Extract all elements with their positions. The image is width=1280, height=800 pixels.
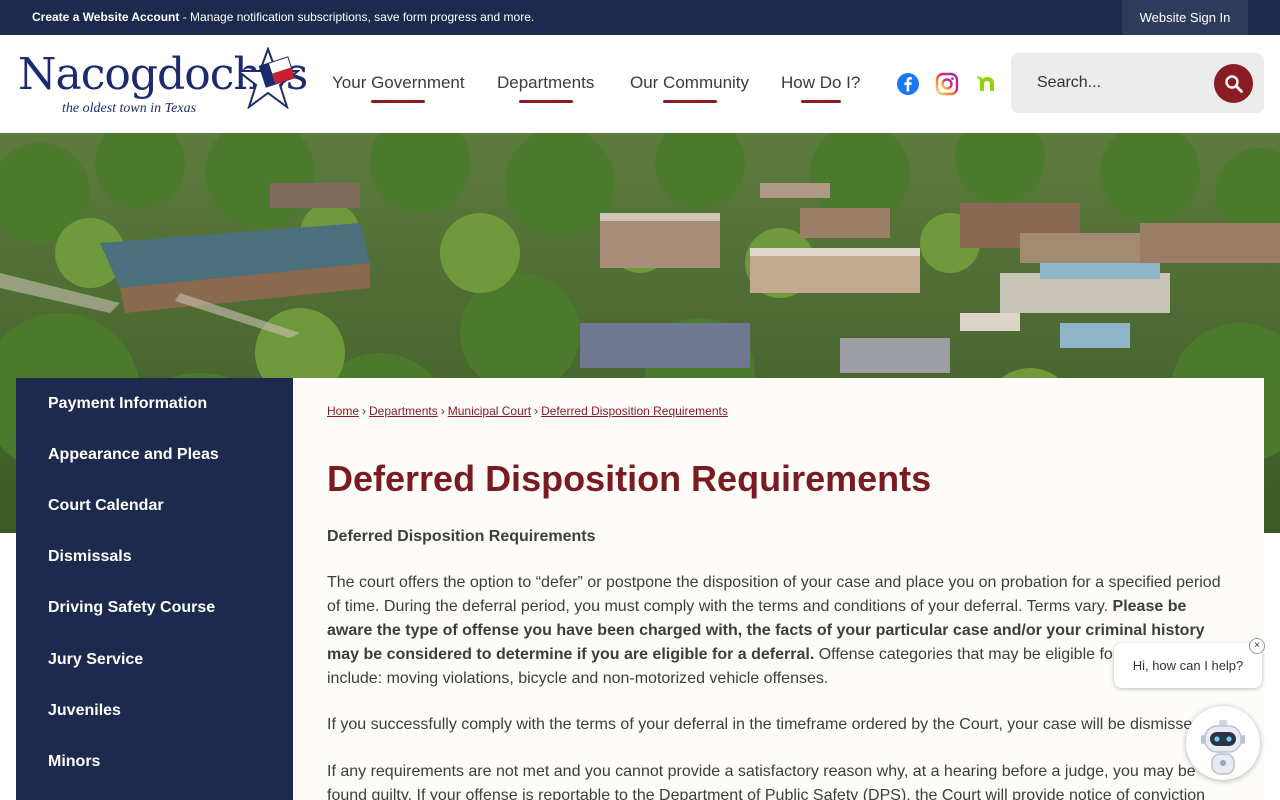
sidebar-nav: Payment Information Appearance and Pleas… [16,378,293,800]
sidebar-item-payment-information[interactable]: Payment Information [48,395,207,413]
sidebar-item-driving-safety-course[interactable]: Driving Safety Course [48,599,215,617]
conviction-paragraph: If any requirements are not met and you … [327,763,1206,800]
create-account-description: - Manage notification subscriptions, sav… [179,10,535,24]
breadcrumb-separator: › [534,404,539,418]
breadcrumb-municipal-court[interactable]: Municipal Court [448,404,531,418]
create-account-link[interactable]: Create a Website Account [32,10,179,24]
create-account-promo[interactable]: Create a Website Account - Manage notifi… [32,10,534,24]
breadcrumb-separator: › [440,404,445,418]
deferral-intro-paragraph: The court offers the option to “defer” o… [327,571,1232,691]
dismissal-paragraph: If you successfully comply with the term… [327,716,1206,733]
page-title: Deferred Disposition Requirements [327,458,932,499]
search-button[interactable] [1214,64,1253,103]
sidebar-item-appearance-and-pleas[interactable]: Appearance and Pleas [48,446,219,464]
paragraph-text: The court offers the option to “defer” o… [327,574,1221,615]
section-subheading: Deferred Disposition Requirements [327,528,596,545]
breadcrumb-departments[interactable]: Departments [369,404,438,418]
breadcrumb-current-page[interactable]: Deferred Disposition Requirements [541,404,728,418]
instagram-icon[interactable] [935,72,959,96]
sidebar-item-jury-service[interactable]: Jury Service [48,651,143,669]
nav-your-government[interactable]: Your Government [332,73,465,103]
nav-departments[interactable]: Departments [497,73,594,103]
nav-label: Departments [497,73,595,92]
search-icon [1224,74,1243,93]
top-bar: Create a Website Account - Manage notifi… [0,0,1280,35]
robot-icon [1201,720,1245,775]
nav-underline [662,100,717,103]
nav-underline [800,100,841,103]
nav-label: How Do I? [781,73,861,92]
search-box [1011,53,1264,113]
nav-underline [518,100,573,103]
texas-flag-star-icon [240,47,300,109]
nav-how-do-i[interactable]: How Do I? [781,73,860,103]
facebook-icon[interactable] [896,72,920,96]
logo-tagline: the oldest town in Texas [62,101,197,116]
nav-label: Our Community [630,73,750,92]
nav-label: Your Government [332,73,465,92]
sidebar-item-juveniles[interactable]: Juveniles [48,702,121,720]
site-logo[interactable]: Nacogdoches the oldest town in Texas [18,47,308,123]
breadcrumb: Home › Departments › Municipal Court › Deferre… [327,404,728,418]
site-header: Nacogdoches the oldest town in Texas You… [0,35,1280,133]
breadcrumb-home[interactable]: Home [327,404,359,418]
main-content: Home › Departments › Municipal Court › Deferre… [293,378,1264,800]
chat-greeting-bubble[interactable]: Hi, how can I help? [1114,643,1262,688]
nav-our-community[interactable]: Our Community [630,73,749,103]
sidebar-item-dismissals[interactable]: Dismissals [48,548,132,566]
nav-underline [371,100,426,103]
breadcrumb-separator: › [362,404,367,418]
sidebar-item-minors[interactable]: Minors [48,753,100,771]
search-input[interactable] [1037,71,1207,95]
chatbot-launcher[interactable] [1186,706,1260,780]
sidebar-item-court-calendar[interactable]: Court Calendar [48,497,164,515]
nextdoor-icon[interactable] [975,72,999,96]
website-sign-in-button[interactable]: Website Sign In [1122,0,1248,35]
chat-close-icon[interactable]: × [1249,638,1265,654]
